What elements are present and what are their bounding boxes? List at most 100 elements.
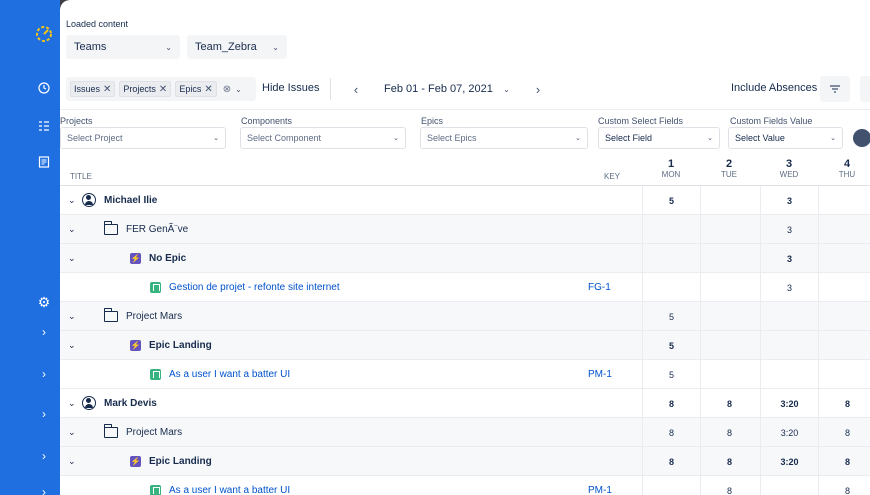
collapse-chevron-icon[interactable]: ⌄ [68,427,76,438]
time-cell[interactable] [818,215,870,244]
chevron-down-icon[interactable]: ⌄ [235,85,242,94]
time-cell[interactable]: 3 [760,273,818,302]
remove-chip-icon[interactable]: ✕ [204,84,212,95]
table-row[interactable]: ⌄ Michael Ilie 5 3 [60,186,870,215]
expand-chevron-icon[interactable]: › [34,322,54,342]
issue-type-multiselect[interactable]: Issues ✕ Projects ✕ Epics ✕ ⊗ ⌄ [66,77,256,101]
clock-icon[interactable] [34,78,54,98]
time-cell[interactable]: 8 [700,447,758,476]
document-icon[interactable] [34,152,54,172]
time-cell[interactable]: 8 [642,447,700,476]
table-row[interactable]: ⌄ Mark Devis 8 8 3:20 8 [60,389,870,418]
time-cell[interactable] [818,331,870,360]
time-cell[interactable]: 8 [700,476,758,495]
collapse-chevron-icon[interactable]: ⌄ [68,224,76,235]
projects-filter-select[interactable]: Select Project ⌄ [60,127,226,149]
custom-fields-select[interactable]: Select Field ⌄ [598,127,720,149]
time-cell[interactable] [642,476,700,495]
more-options-icon[interactable]: ⌄ [860,76,870,102]
filter-icon[interactable] [820,76,850,102]
time-cell[interactable]: 8 [818,476,870,495]
time-cell[interactable]: 3:20 [760,389,818,418]
table-row[interactable]: As a user I want a batter UI PM-1 5 [60,360,870,389]
settings-gear-icon[interactable]: ⚙ [34,292,54,312]
expand-chevron-icon[interactable]: › [34,404,54,424]
issue-key-link[interactable]: PM-1 [588,369,612,380]
issue-key-link[interactable]: FG-1 [588,282,611,293]
previous-week-button[interactable]: ‹ [342,77,370,101]
time-cell[interactable]: 5 [642,331,700,360]
time-cell[interactable] [642,273,700,302]
time-cell[interactable] [760,331,818,360]
time-cell[interactable]: 8 [818,389,870,418]
clear-all-icon[interactable]: ⊗ [223,84,231,95]
hide-issues-button[interactable]: Hide Issues [262,82,319,94]
app-logo-icon[interactable] [34,24,54,44]
day-column-header[interactable]: 3 WED [760,156,818,179]
info-icon[interactable] [853,129,870,147]
table-row[interactable]: ⌄ Project Mars 8 8 3:20 8 [60,418,870,447]
time-cell[interactable]: 8 [642,418,700,447]
epics-filter-select[interactable]: Select Epics ⌄ [420,127,588,149]
collapse-chevron-icon[interactable]: ⌄ [68,398,76,409]
time-cell[interactable]: 5 [642,302,700,331]
remove-chip-icon[interactable]: ✕ [159,84,167,95]
time-cell[interactable]: 8 [642,389,700,418]
remove-chip-icon[interactable]: ✕ [103,84,111,95]
time-cell[interactable]: 3 [760,186,818,215]
collapse-chevron-icon[interactable]: ⌄ [68,253,76,264]
time-cell[interactable] [700,215,758,244]
time-cell[interactable] [818,244,870,273]
time-cell[interactable]: 8 [700,389,758,418]
list-view-icon[interactable] [34,116,54,136]
time-cell[interactable] [818,186,870,215]
time-cell[interactable] [700,331,758,360]
time-cell[interactable]: 3 [760,244,818,273]
time-cell[interactable] [760,360,818,389]
time-cell[interactable]: 3:20 [760,418,818,447]
time-cell[interactable]: 5 [642,360,700,389]
time-cell[interactable] [760,476,818,495]
table-row[interactable]: ⌄ FER GenÃ¨ve 3 [60,215,870,244]
issue-link[interactable]: As a user I want a batter UI [169,485,290,495]
time-cell[interactable]: 8 [818,418,870,447]
table-row[interactable]: ⌄ ⚡ No Epic 3 [60,244,870,273]
expand-chevron-icon[interactable]: › [34,364,54,384]
time-cell[interactable]: 8 [700,418,758,447]
time-cell[interactable] [700,302,758,331]
time-cell[interactable] [642,215,700,244]
table-row[interactable]: ⌄ ⚡ Epic Landing 5 [60,331,870,360]
time-cell[interactable]: 3:20 [760,447,818,476]
issue-link[interactable]: As a user I want a batter UI [169,369,290,380]
expand-chevron-icon[interactable]: › [34,482,54,495]
time-cell[interactable] [818,360,870,389]
time-cell[interactable] [642,244,700,273]
date-range-select[interactable]: Feb 01 - Feb 07, 2021 ⌄ [376,77,518,101]
table-row[interactable]: Gestion de projet - refonte site interne… [60,273,870,302]
custom-values-select[interactable]: Select Value ⌄ [728,127,843,149]
time-cell[interactable]: 8 [818,447,870,476]
collapse-chevron-icon[interactable]: ⌄ [68,311,76,322]
day-column-header[interactable]: 1 MON [642,156,700,179]
include-absences-toggle[interactable]: Include Absences [731,82,817,94]
time-cell[interactable] [700,186,758,215]
table-row[interactable]: As a user I want a batter UI PM-1 8 8 [60,476,870,495]
day-column-header[interactable]: 2 TUE [700,156,758,179]
time-cell[interactable]: 5 [642,186,700,215]
collapse-chevron-icon[interactable]: ⌄ [68,340,76,351]
time-cell[interactable] [760,302,818,331]
time-cell[interactable] [818,273,870,302]
group-type-select[interactable]: Teams ⌄ [66,35,180,59]
expand-chevron-icon[interactable]: › [34,446,54,466]
next-week-button[interactable]: › [524,77,552,101]
day-column-header[interactable]: 4 THU [818,156,870,179]
collapse-chevron-icon[interactable]: ⌄ [68,456,76,467]
time-cell[interactable]: 3 [760,215,818,244]
time-cell[interactable] [700,360,758,389]
time-cell[interactable] [700,244,758,273]
table-row[interactable]: ⌄ ⚡ Epic Landing 8 8 3:20 8 [60,447,870,476]
issue-key-link[interactable]: PM-1 [588,485,612,495]
time-cell[interactable] [700,273,758,302]
collapse-chevron-icon[interactable]: ⌄ [68,195,76,206]
group-value-select[interactable]: Team_Zebra ⌄ [187,35,287,59]
